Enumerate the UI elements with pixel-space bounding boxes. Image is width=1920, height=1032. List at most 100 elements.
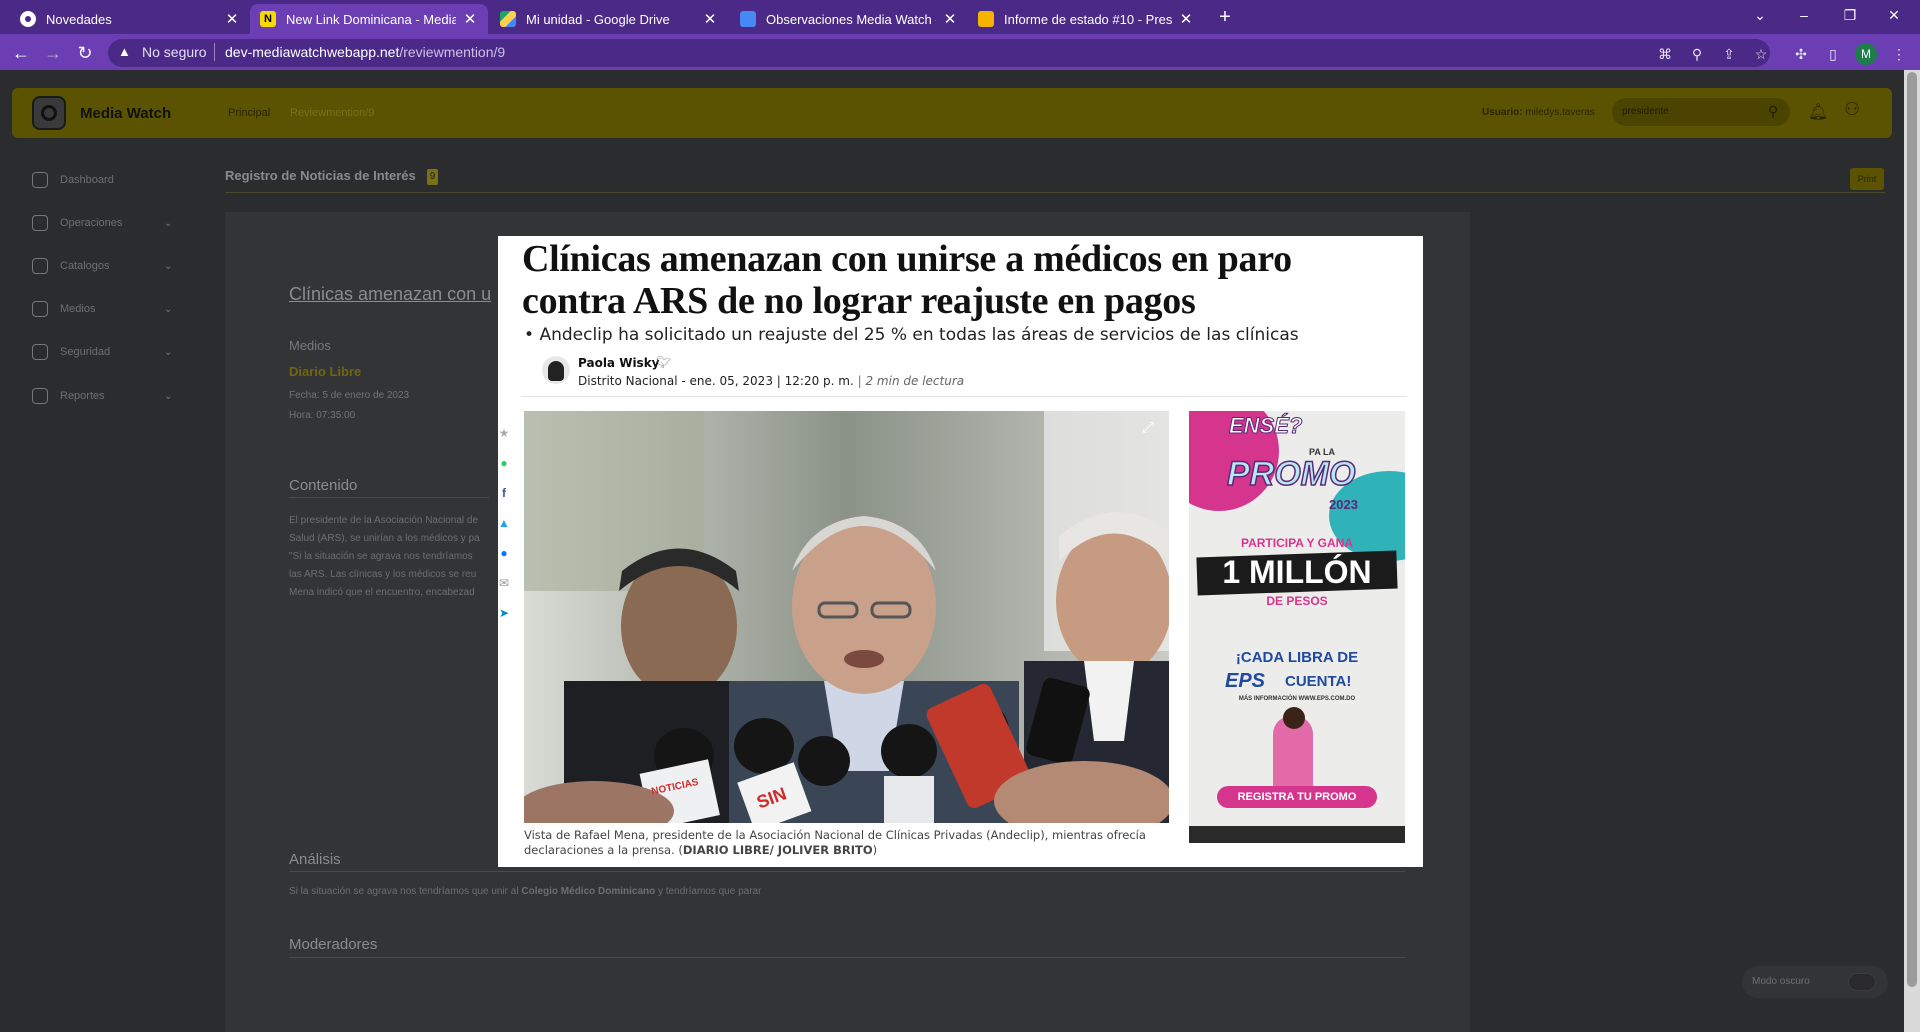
ad-girl-head (1283, 707, 1305, 729)
user-icon[interactable]: ⚇ (1844, 99, 1860, 120)
chevron-down-icon: ⌄ (164, 390, 173, 402)
author-name[interactable]: Paola Wisky (578, 356, 660, 370)
url-path: /reviewmention/9 (399, 44, 506, 60)
bell-icon[interactable]: 🔔︎ (1808, 102, 1828, 122)
sidebar-item-catalogos[interactable]: Catalogos ⌄ (32, 256, 172, 276)
article-modal: Clínicas amenazan con unirse a médicos e… (498, 236, 1423, 867)
ad-registra-button[interactable]: REGISTRA TU PROMO (1217, 786, 1377, 808)
chevron-down-icon: ⌄ (164, 260, 173, 272)
promo-ad[interactable]: ENSÉ? PA LA PROMO 2023 PARTICIPA Y GANA … (1189, 411, 1405, 843)
divider (289, 497, 489, 498)
moderadores-label: Moderadores (289, 936, 378, 953)
close-icon[interactable]: ✕ (1178, 10, 1194, 28)
lock-icon (32, 344, 48, 360)
fecha-text: Fecha: 5 de enero de 2023 (289, 390, 410, 401)
tab-title: Novedades (46, 11, 112, 27)
location-date: Distrito Nacional - ene. 05, 2023 (578, 374, 773, 388)
zoom-icon[interactable]: ⚲ (1688, 45, 1706, 63)
forward-icon[interactable]: → (42, 42, 64, 64)
chrome-icon (20, 11, 36, 27)
chevron-down-icon: ⌄ (164, 303, 173, 315)
url-text[interactable]: dev-mediawatchwebapp.net/reviewmention/9 (225, 44, 505, 60)
whatsapp-icon[interactable]: ● (498, 448, 510, 478)
article-meta: Distrito Nacional - ene. 05, 2023 | 12:2… (578, 374, 965, 388)
back-icon[interactable]: ← (10, 42, 32, 64)
article-subhead: • Andeclip ha solicitado un reajuste del… (524, 325, 1299, 345)
press-conference-image: NOTICIAS SIN (524, 411, 1169, 823)
facebook-icon[interactable]: f (498, 478, 510, 508)
dark-mode-toggle[interactable]: Modo oscuro (1742, 966, 1888, 998)
divider (214, 43, 215, 61)
article-photo: NOTICIAS SIN ⤢ (524, 411, 1169, 823)
close-icon[interactable]: ✕ (702, 10, 718, 28)
toggle-switch[interactable] (1848, 973, 1876, 991)
nav-current[interactable]: Reviewmention/9 (290, 107, 374, 119)
warning-icon[interactable]: ▲ (118, 44, 131, 59)
tab-docs[interactable]: Observaciones Media Watch - Do ✕ (730, 4, 968, 34)
sidebar-item-reportes[interactable]: Reportes ⌄ (32, 386, 172, 406)
tab-newlink[interactable]: N New Link Dominicana - Media W ✕ (250, 4, 488, 34)
sidebar-label: Operaciones (60, 217, 123, 229)
side-panel-icon[interactable]: ▯ (1824, 45, 1842, 63)
share-icon[interactable]: ⇪ (1720, 45, 1738, 63)
twitter-icon[interactable]: 🐦︎ (656, 355, 671, 369)
chevron-down-icon: ⌄ (164, 346, 173, 358)
app-name: Media Watch (80, 105, 172, 122)
search-icon[interactable]: ⚲ (1768, 103, 1778, 120)
tab-drive[interactable]: Mi unidad - Google Drive ✕ (490, 4, 728, 34)
window-close-icon[interactable]: ✕ (1874, 4, 1914, 26)
subhead-text: Andeclip ha solicitado un reajuste del 2… (539, 325, 1299, 345)
user-info: Usuario: miledys.taveras (1482, 107, 1595, 118)
sidebar-label: Reportes (60, 390, 105, 402)
read-time: 2 min de lectura (865, 374, 965, 388)
sidebar-item-medios[interactable]: Medios ⌄ (32, 299, 172, 319)
expand-icon[interactable]: ⤢ (1142, 419, 1154, 436)
extensions-icon[interactable]: ✣ (1792, 45, 1810, 63)
telegram-icon[interactable]: ➤ (498, 598, 510, 628)
sidebar-item-seguridad[interactable]: Seguridad ⌄ (32, 342, 172, 362)
close-icon[interactable]: ✕ (942, 10, 958, 28)
restore-icon[interactable]: ❐ (1830, 4, 1870, 26)
tab-novedades[interactable]: Novedades ✕ (10, 4, 250, 34)
sidebar-item-dashboard[interactable]: Dashboard (32, 170, 114, 190)
close-icon[interactable]: ✕ (224, 10, 240, 28)
star-icon[interactable]: ★ (498, 418, 510, 448)
newlink-icon: N (260, 11, 276, 27)
close-icon[interactable]: ✕ (462, 10, 478, 28)
security-label[interactable]: No seguro (142, 44, 207, 60)
translate-icon[interactable]: ⌘ (1656, 45, 1674, 63)
sidebar-item-operaciones[interactable]: Operaciones ⌄ (32, 213, 172, 233)
twitter-share-icon[interactable]: ▲ (498, 508, 510, 538)
tab-search-icon[interactable]: ⌄ (1740, 4, 1780, 26)
outlet-link[interactable]: Diario Libre (289, 364, 361, 379)
database-icon (32, 215, 48, 231)
minimize-icon[interactable]: – (1784, 4, 1824, 26)
page-count-badge: 9 (427, 169, 438, 185)
print-button[interactable]: Print (1850, 168, 1884, 190)
tab-slides[interactable]: Informe de estado #10 - Present ✕ (968, 4, 1204, 34)
package-icon (32, 388, 48, 404)
profile-avatar[interactable]: M (1855, 43, 1877, 65)
reload-icon[interactable]: ↻ (74, 42, 96, 64)
app-search-input[interactable]: presidente ⚲ (1612, 98, 1790, 126)
bookmark-star-icon[interactable]: ☆ (1752, 45, 1770, 63)
docs-icon (740, 11, 756, 27)
contenido-label: Contenido (289, 477, 358, 494)
media-watch-logo (32, 96, 66, 130)
menu-icon[interactable]: ⋮ (1890, 45, 1908, 63)
divider (522, 396, 1406, 397)
ad-footer-bar (1189, 826, 1405, 843)
ad-participa: PARTICIPA Y GANA (1240, 536, 1353, 550)
divider (225, 192, 1885, 193)
email-icon[interactable]: ✉ (498, 568, 510, 598)
caption-credit: DIARIO LIBRE/ JOLIVER BRITO (682, 843, 873, 857)
ad-cuenta: CUENTA! (1285, 673, 1352, 690)
analisis-text-part: y tendríamos que parar (655, 886, 762, 897)
slides-icon (978, 11, 994, 27)
folder-icon (32, 258, 48, 274)
messenger-icon[interactable]: ● (498, 538, 510, 568)
new-tab-button[interactable]: + (1212, 4, 1238, 30)
scrollbar-thumb[interactable] (1907, 72, 1917, 987)
share-bar: ★ ● f ▲ ● ✉ ➤ (498, 418, 510, 628)
nav-principal[interactable]: Principal (228, 107, 270, 119)
